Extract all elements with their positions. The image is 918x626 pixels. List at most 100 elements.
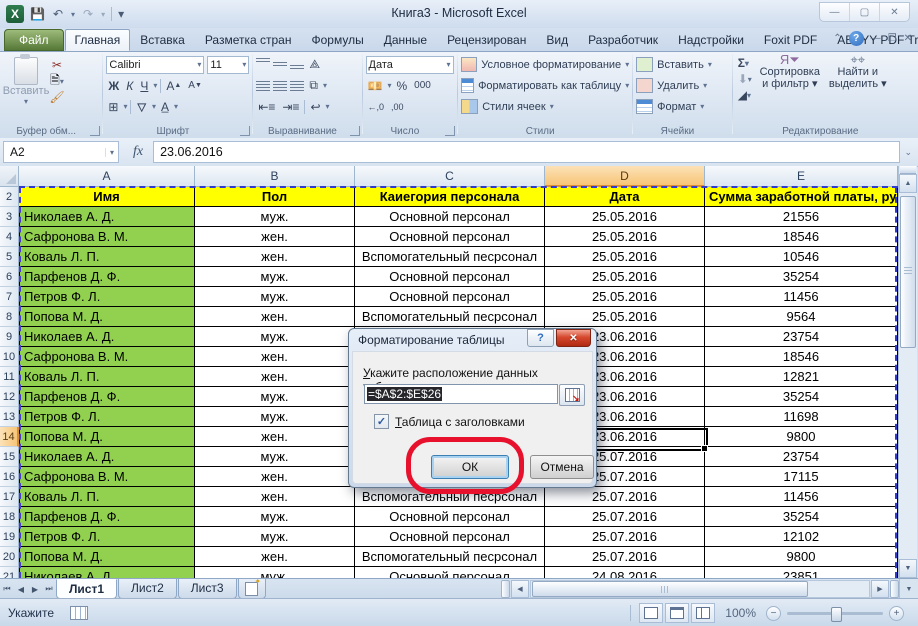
row-header-8[interactable]: 8 [0, 307, 19, 327]
close-button[interactable]: ✕ [879, 3, 909, 21]
row-header-13[interactable]: 13 [0, 407, 19, 427]
cell-gender[interactable]: жен. [195, 427, 355, 447]
cell-date[interactable]: 25.07.2016 [545, 507, 705, 527]
cell-salary[interactable]: 9800 [705, 427, 898, 447]
expand-formula-bar-icon[interactable]: ⌄ [904, 147, 918, 158]
fill-button[interactable]: ⬇▾ [736, 72, 754, 86]
cell-salary[interactable]: 35254 [705, 267, 898, 287]
cell-name[interactable]: Сафронова В. М. [19, 227, 195, 247]
cell-category[interactable]: Основной персонал [355, 227, 545, 247]
row-header-15[interactable]: 15 [0, 447, 19, 467]
cell-salary[interactable]: 23754 [705, 447, 898, 467]
tab-file[interactable]: Файл [4, 29, 64, 51]
cell-gender[interactable]: жен. [195, 247, 355, 267]
font-size-combo[interactable]: 11▾ [207, 56, 249, 74]
scroll-down-icon[interactable]: ▼ [899, 559, 917, 578]
cell-name[interactable]: Попова М. Д. [19, 307, 195, 327]
find-select-button[interactable]: ⌖⌖ Найти и выделить ▾ [826, 54, 890, 102]
scroll-left-icon[interactable]: ◀ [511, 580, 529, 598]
cell-date[interactable]: 25.07.2016 [545, 527, 705, 547]
cell-date[interactable]: 25.05.2016 [545, 247, 705, 267]
zoom-in-icon[interactable]: + [889, 606, 904, 621]
row-header-19[interactable]: 19 [0, 527, 19, 547]
cell-salary[interactable]: 18546 [705, 347, 898, 367]
cell-salary[interactable]: 11456 [705, 287, 898, 307]
clear-button[interactable]: ◢▾ [736, 88, 754, 102]
horizontal-scrollbar[interactable]: ◀ ▶ ▼ [501, 579, 918, 599]
row-header-16[interactable]: 16 [0, 467, 19, 487]
cell-name[interactable]: Парфенов Д. Ф. [19, 507, 195, 527]
cell-name[interactable]: Петров Ф. Л. [19, 287, 195, 307]
row-header-12[interactable]: 12 [0, 387, 19, 407]
cell-gender[interactable]: жен. [195, 467, 355, 487]
row-header-6[interactable]: 6 [0, 267, 19, 287]
row-header-21[interactable]: 21 [0, 567, 19, 578]
row-header-9[interactable]: 9 [0, 327, 19, 347]
cell-salary[interactable]: 35254 [705, 507, 898, 527]
cell-gender[interactable]: жен. [195, 487, 355, 507]
page-layout-view-button[interactable] [665, 603, 689, 623]
cell-date[interactable]: 25.05.2016 [545, 207, 705, 227]
decrease-decimal-icon[interactable]: ,00 [389, 102, 406, 112]
row-header-3[interactable]: 3 [0, 207, 19, 227]
row-header-11[interactable]: 11 [0, 367, 19, 387]
row-header-10[interactable]: 10 [0, 347, 19, 367]
cell-name[interactable]: Николаев А. Д. [19, 207, 195, 227]
header-cell[interactable]: Сумма заработной платы, ру [705, 187, 898, 207]
align-center-icon[interactable] [273, 81, 287, 91]
cell-salary[interactable]: 11456 [705, 487, 898, 507]
formula-input[interactable]: 23.06.2016 [153, 141, 900, 163]
wrap-text-icon[interactable]: ↩ [308, 100, 322, 114]
cell-gender[interactable]: муж. [195, 447, 355, 467]
first-sheet-icon[interactable]: ⏮ [0, 579, 14, 599]
format-as-table-button[interactable]: Форматировать как таблицу▾ [461, 75, 629, 96]
cell-name[interactable]: Попова М. Д. [19, 427, 195, 447]
cell-date[interactable]: 25.07.2016 [545, 487, 705, 507]
format-painter-icon[interactable]: 🖌 [49, 90, 65, 104]
tab-split-handle[interactable] [501, 580, 510, 598]
cell-category[interactable]: Основной персонал [355, 207, 545, 227]
cell-gender[interactable]: жен. [195, 227, 355, 247]
tab-7[interactable]: Вид [536, 29, 578, 51]
cell-category[interactable]: Вспомогательный песрсонал [355, 307, 545, 327]
increase-indent-icon[interactable]: ⇥≡ [280, 100, 301, 114]
shrink-font-button[interactable]: A▼ [186, 80, 204, 91]
dialog-help-button[interactable]: ? [527, 329, 554, 347]
cell-salary[interactable]: 35254 [705, 387, 898, 407]
cell-name[interactable]: Парфенов Д. Ф. [19, 387, 195, 407]
autosum-button[interactable]: Σ▾ [736, 56, 754, 70]
row-header-14[interactable]: 14 [0, 427, 19, 447]
cell-date[interactable]: 25.05.2016 [545, 267, 705, 287]
cell-name[interactable]: Попова М. Д. [19, 547, 195, 567]
cell-name[interactable]: Коваль Л. П. [19, 247, 195, 267]
cell-salary[interactable]: 23754 [705, 327, 898, 347]
fill-color-button[interactable]: 🜄 [134, 94, 149, 119]
tab-4[interactable]: Формулы [301, 29, 373, 51]
cell-name[interactable]: Коваль Л. П. [19, 487, 195, 507]
underline-button[interactable]: Ч [138, 79, 150, 93]
range-picker-button[interactable] [559, 384, 585, 406]
font-dialog-launcher[interactable] [240, 126, 250, 136]
cell-salary[interactable]: 9800 [705, 547, 898, 567]
zoom-knob[interactable] [831, 607, 842, 622]
cell-gender[interactable]: муж. [195, 287, 355, 307]
cell-name[interactable]: Сафронова В. М. [19, 467, 195, 487]
cell-date[interactable]: 25.05.2016 [545, 287, 705, 307]
cell-category[interactable]: Основной персонал [355, 287, 545, 307]
number-dialog-launcher[interactable] [445, 126, 455, 136]
tab-6[interactable]: Рецензирован [437, 29, 536, 51]
cell-salary[interactable]: 11698 [705, 407, 898, 427]
cell-salary[interactable]: 21556 [705, 207, 898, 227]
normal-view-button[interactable] [639, 603, 663, 623]
select-all-corner[interactable] [0, 166, 19, 187]
cell-date[interactable]: 24.08.2016 [545, 567, 705, 578]
tab-2[interactable]: Вставка [130, 29, 195, 51]
cell-name[interactable]: Николаев А. Д. [19, 447, 195, 467]
cell-date[interactable]: 25.07.2016 [545, 547, 705, 567]
alignment-dialog-launcher[interactable] [350, 126, 360, 136]
tab-9[interactable]: Надстройки [668, 29, 754, 51]
cell-name[interactable]: Николаев А. Д. [19, 327, 195, 347]
cell-name[interactable]: Петров Ф. Л. [19, 527, 195, 547]
tab-active[interactable]: Главная [65, 29, 131, 51]
borders-button[interactable]: ⊞ [106, 100, 120, 114]
